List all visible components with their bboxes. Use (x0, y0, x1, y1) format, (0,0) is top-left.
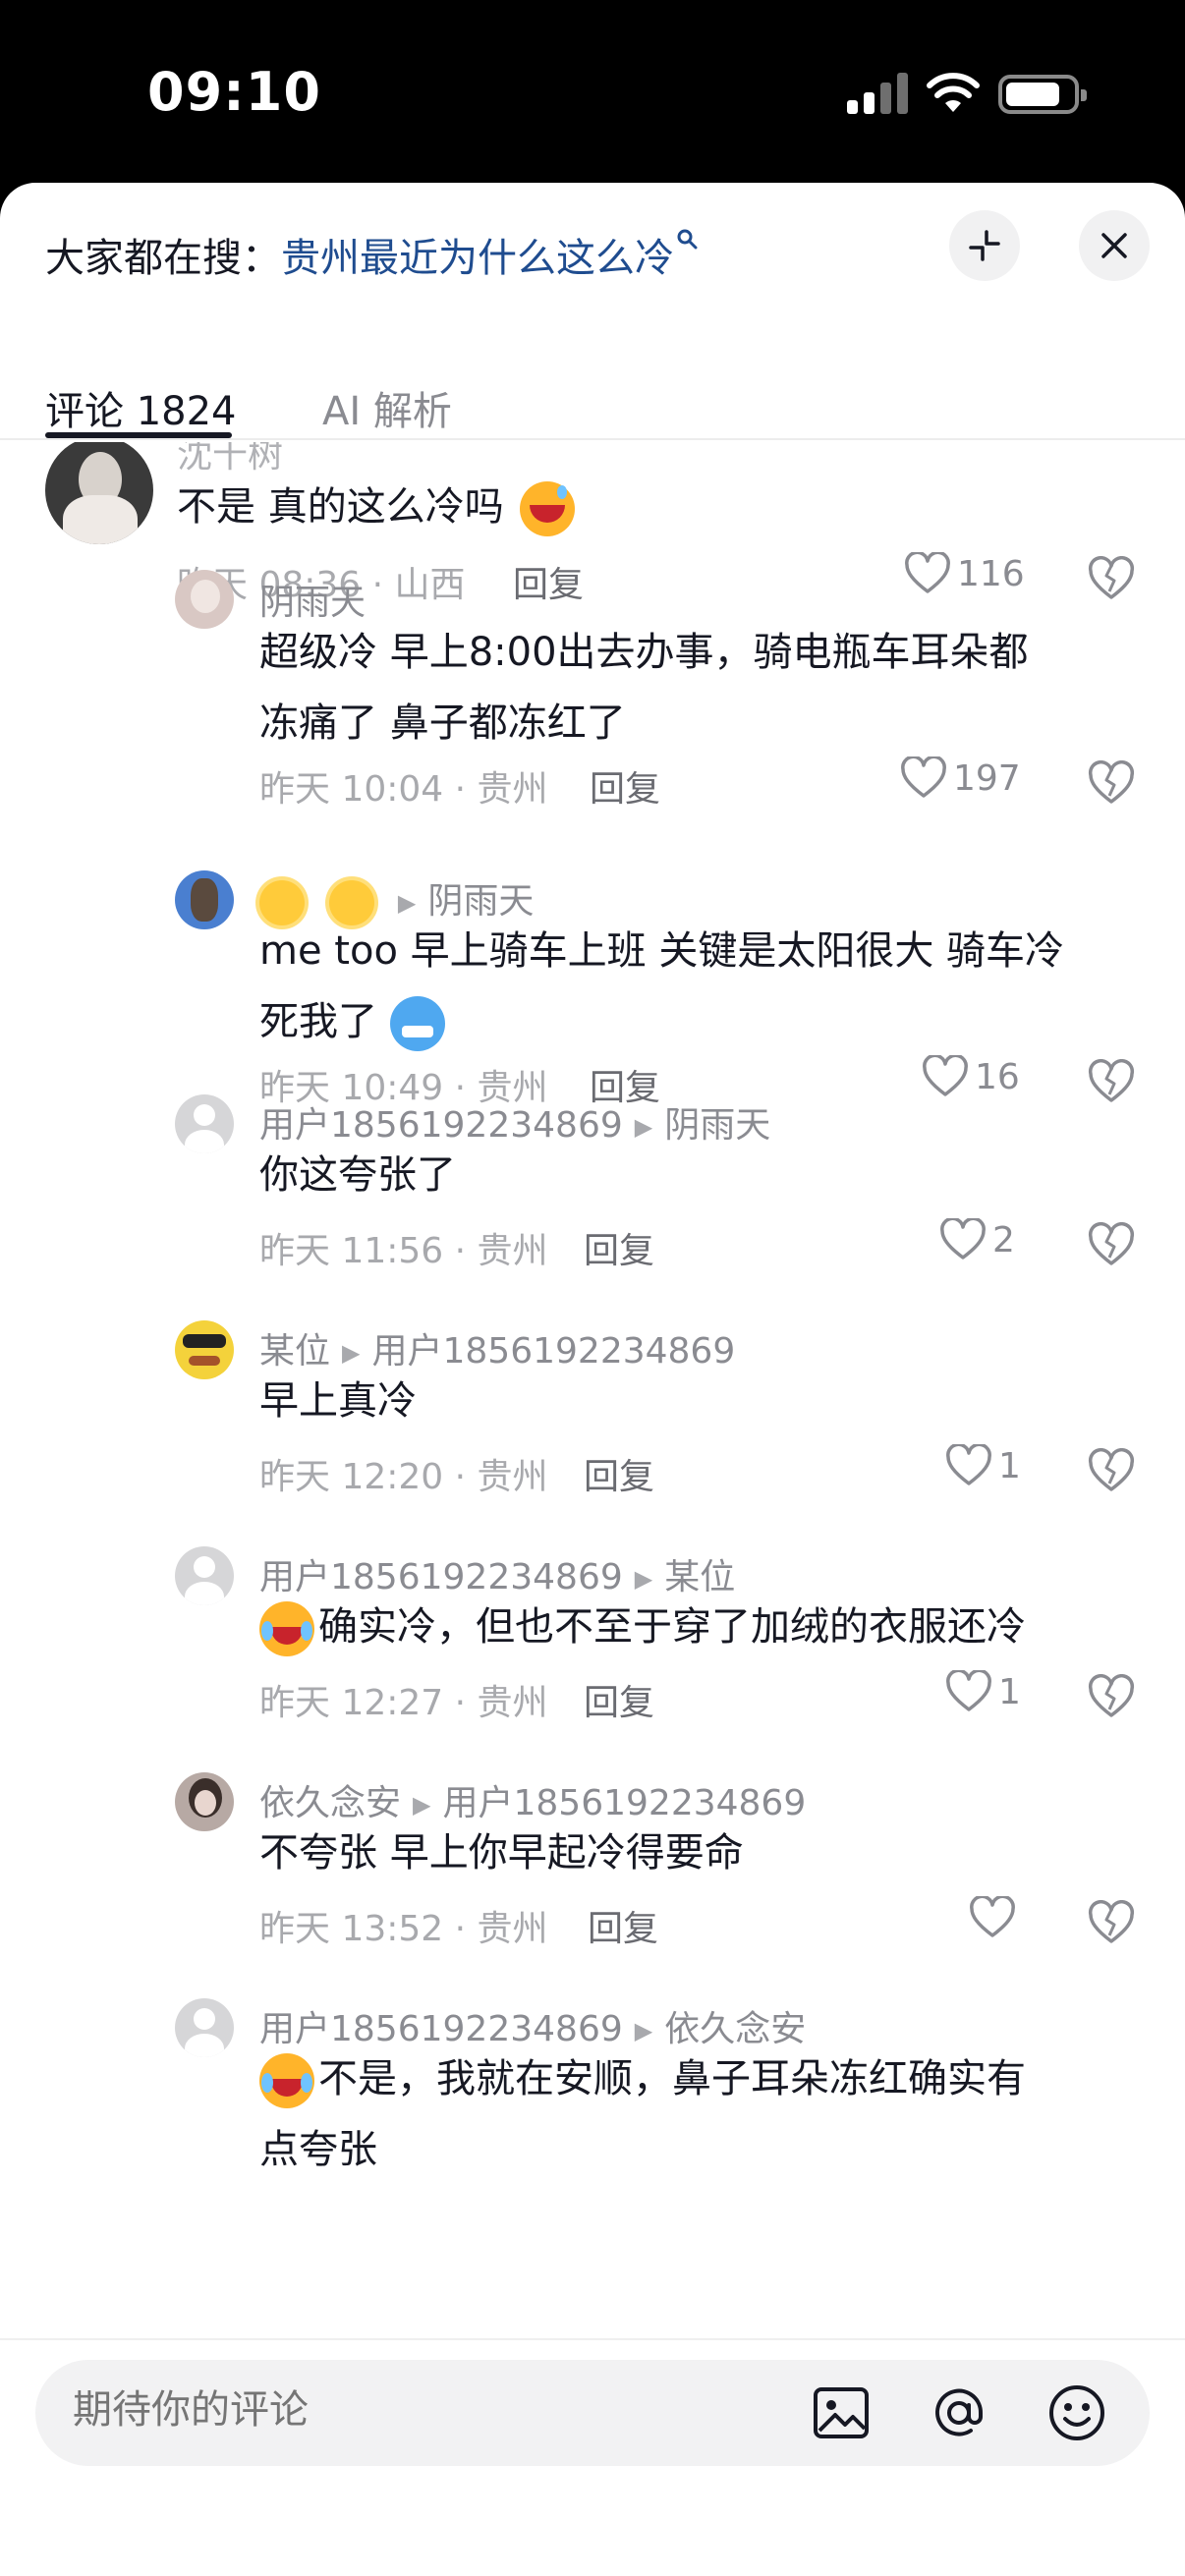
minimize-icon (969, 230, 1000, 261)
heart-icon (940, 1218, 986, 1260)
like-button[interactable]: 1 (945, 1444, 1021, 1487)
reply-button[interactable]: 回复 (588, 1900, 658, 1951)
reply-arrow-icon: ▶ (413, 1791, 431, 1819)
comment-meta: 昨天 10:04 · 贵州 (259, 769, 548, 810)
comment-text: me too 早上骑车上班 关键是太阳很大 骑车冷 死我了 (259, 916, 1144, 1057)
comment-list: 沈十树 不是 真的这么冷吗 昨天 08:36 · 山西 回复 116 阴雨天 超… (0, 442, 1185, 2338)
reply-arrow-icon: ▶ (634, 1565, 653, 1593)
emoji-icon[interactable] (1045, 2381, 1108, 2444)
like-count: 197 (953, 757, 1021, 799)
search-icon (677, 229, 698, 250)
dislike-icon[interactable] (1087, 1448, 1136, 1493)
heart-icon (901, 756, 946, 798)
reply-arrow-icon: ▶ (634, 2017, 653, 2044)
comment-text: 不是 真的这么冷吗 (177, 472, 576, 542)
comment-text: 确实冷，但也不至于穿了加绒的衣服还冷 (259, 1592, 1144, 1662)
heart-icon (946, 1444, 991, 1485)
avatar[interactable] (175, 1772, 234, 1831)
mention-icon[interactable] (928, 2381, 990, 2444)
reply-button[interactable]: 回复 (590, 760, 660, 812)
comment-text: 你这夸张了 (259, 1152, 456, 1198)
like-button[interactable]: 197 (900, 756, 1021, 800)
comment-text: 不夸张 早上你早起冷得要命 (259, 1830, 744, 1876)
comment-sheet: 大家都在搜：贵州最近为什么这么冷 评论 1824 AI 解析 沈十树 不是 真的… (0, 183, 1185, 2576)
avatar[interactable] (175, 1998, 234, 2057)
dislike-icon[interactable] (1087, 1222, 1136, 1267)
comment-input[interactable] (73, 2387, 761, 2433)
like-button[interactable] (969, 1896, 1016, 1939)
avatar[interactable] (175, 1546, 234, 1605)
trending-search-hint[interactable]: 大家都在搜：贵州最近为什么这么冷 (45, 226, 698, 283)
tab-ai-analysis[interactable]: AI 解析 (322, 379, 452, 436)
like-button[interactable]: 16 (922, 1055, 1020, 1098)
dislike-icon[interactable] (1087, 760, 1136, 806)
comment-text: 早上真冷 (259, 1378, 417, 1424)
avatar[interactable] (45, 442, 153, 544)
avatar[interactable] (175, 1320, 234, 1379)
reply-button[interactable]: 回复 (513, 556, 584, 607)
like-count: 116 (957, 553, 1025, 594)
comment-meta: 昨天 12:27 · 贵州 (259, 1683, 548, 1723)
battery-icon (998, 75, 1087, 114)
dislike-icon[interactable] (1087, 1059, 1136, 1104)
heart-icon (970, 1896, 1015, 1937)
dislike-icon[interactable] (1087, 556, 1136, 601)
like-button[interactable]: 1 (945, 1670, 1021, 1713)
laughing-crying-emoji (259, 1601, 314, 1656)
image-icon[interactable] (810, 2381, 873, 2444)
comment-text: 不是，我就在安顺，鼻子耳朵冻红确实有 点夸张 (259, 2044, 1144, 2185)
like-count: 2 (992, 1219, 1015, 1260)
active-tab-indicator (45, 432, 232, 438)
close-button[interactable] (1079, 210, 1150, 281)
reply-arrow-icon: ▶ (397, 889, 417, 917)
search-prefix: 大家都在搜： (45, 236, 281, 281)
dislike-icon[interactable] (1087, 1900, 1136, 1945)
comment-composer[interactable] (35, 2360, 1150, 2466)
laughing-crying-emoji (259, 2053, 314, 2108)
comment-text: 超级冷 早上8:00出去办事，骑电瓶车耳朵都 冻痛了 鼻子都冻红了 (259, 630, 1029, 746)
heart-icon (923, 1055, 968, 1096)
like-count: 1 (998, 1445, 1021, 1486)
cellular-signal-icon (847, 73, 908, 114)
comment-meta: 昨天 11:56 · 贵州 (259, 1231, 548, 1271)
dislike-icon[interactable] (1087, 1674, 1136, 1719)
like-button[interactable]: 2 (939, 1218, 1015, 1261)
wifi-icon (927, 73, 980, 112)
reply-button[interactable]: 回复 (584, 1674, 654, 1725)
avatar[interactable] (175, 1094, 234, 1153)
avatar[interactable] (175, 870, 234, 929)
comment-meta: 昨天 12:20 · 贵州 (259, 1457, 548, 1497)
heart-icon (905, 552, 950, 593)
reply-arrow-icon: ▶ (634, 1113, 653, 1141)
reply-arrow-icon: ▶ (342, 1339, 361, 1367)
cold-face-emoji (389, 996, 445, 1051)
close-icon (1101, 233, 1127, 258)
comment-meta: 昨天 13:52 · 贵州 (259, 1909, 548, 1949)
search-term-link[interactable]: 贵州最近为什么这么冷 (281, 236, 674, 281)
comment-tabs: 评论 1824 AI 解析 (0, 348, 1185, 440)
reply-button[interactable]: 回复 (584, 1222, 654, 1273)
status-time: 09:10 (147, 61, 321, 123)
avatar[interactable] (175, 570, 234, 629)
like-count: 16 (975, 1056, 1020, 1097)
like-count: 1 (998, 1671, 1021, 1712)
heart-icon (946, 1670, 991, 1711)
tab-comments[interactable]: 评论 1824 (45, 379, 237, 436)
like-button[interactable]: 116 (904, 552, 1025, 595)
reply-button[interactable]: 回复 (584, 1448, 654, 1499)
minimize-button[interactable] (949, 210, 1020, 281)
status-bar: 09:10 (0, 0, 1185, 187)
comment-composer-bar (0, 2338, 1185, 2576)
sweat-smile-emoji (520, 481, 576, 536)
